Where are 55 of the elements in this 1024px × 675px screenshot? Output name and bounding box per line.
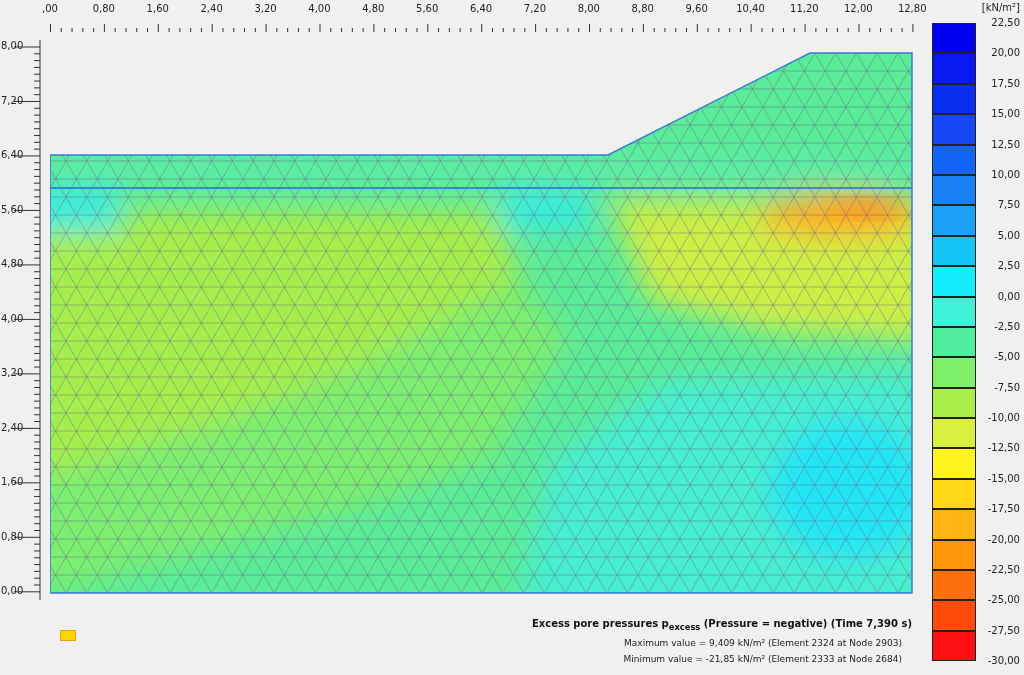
legend-value: -22,50 [987,564,1021,577]
axis-label: 7,20 [0,94,25,108]
axis-label: 0,80 [0,530,25,544]
axis-label: ,00 [41,3,59,14]
axis-label: 4,80 [361,3,386,14]
axis-label: 4,00 [0,312,25,326]
axis-label: 1,60 [145,3,170,14]
legend-value: 15,00 [991,108,1021,121]
axis-label: 0,80 [91,3,116,14]
axis-label: 6,40 [468,3,494,14]
legend-value: 17,50 [991,77,1021,90]
caption-line: Minimum value = -21,85 kN/m² (Element 2333 at Node 2684) [623,654,902,664]
axis-label: 12,80 [896,3,928,14]
axis-label: 4,80 [0,258,25,271]
legend-value: 20,00 [991,47,1021,60]
axis-label: 5,60 [0,203,25,217]
axis-label: 12,00 [843,3,874,14]
legend-value: 5,00 [997,229,1021,242]
axis-label: 9,60 [684,3,709,14]
axis-label: 0,00 [0,585,25,598]
axis-label: 2,40 [199,3,224,14]
axis-label: 5,60 [415,3,440,14]
legend-value: -17,50 [987,503,1021,516]
axis-label: 2,40 [0,421,25,435]
legend-value: -2,50 [994,320,1021,333]
legend-value: -30,00 [987,655,1021,668]
axis-label: 8,80 [630,3,655,14]
plot-caption: Excess pore pressures p$_{excess}$ (Pressure = negative) (Time 7,390 s) [531,618,912,632]
axis-label: 1,60 [0,476,25,489]
legend-icon[interactable] [60,630,76,641]
axis-label: 3,20 [0,367,25,380]
legend-value: 7,50 [997,199,1021,212]
axis-label: 11,20 [789,3,820,14]
legend-value: -7,50 [994,381,1021,394]
legend-value: -10,00 [987,412,1021,425]
legend-value: -27,50 [987,624,1021,637]
axis-label: 8,00 [0,40,25,53]
legend-value: -5,00 [994,351,1021,364]
legend-value: 0,00 [997,290,1021,303]
legend-value: 22,50 [991,17,1021,29]
legend-value: 10,00 [991,168,1021,181]
axis-label: 7,20 [522,3,548,14]
axis-label: 6,40 [0,149,25,162]
legend-value: 2,50 [997,260,1021,273]
axis-label: 10,40 [735,3,766,14]
caption-line: Maximum value = 9,409 kN/m² (Element 2324 at Node 2903) [624,638,902,648]
legend-value: -25,00 [987,594,1021,607]
axis-label: 4,00 [307,3,332,14]
unit-label: [kN/m²] [980,1,1021,15]
legend-value: 12,50 [991,138,1021,151]
axis-label: 3,20 [253,3,278,14]
legend-value: -12,50 [987,442,1021,455]
axis-label: 8,00 [576,3,601,14]
legend-value: -15,00 [987,472,1021,485]
legend-value: -20,00 [987,533,1021,546]
